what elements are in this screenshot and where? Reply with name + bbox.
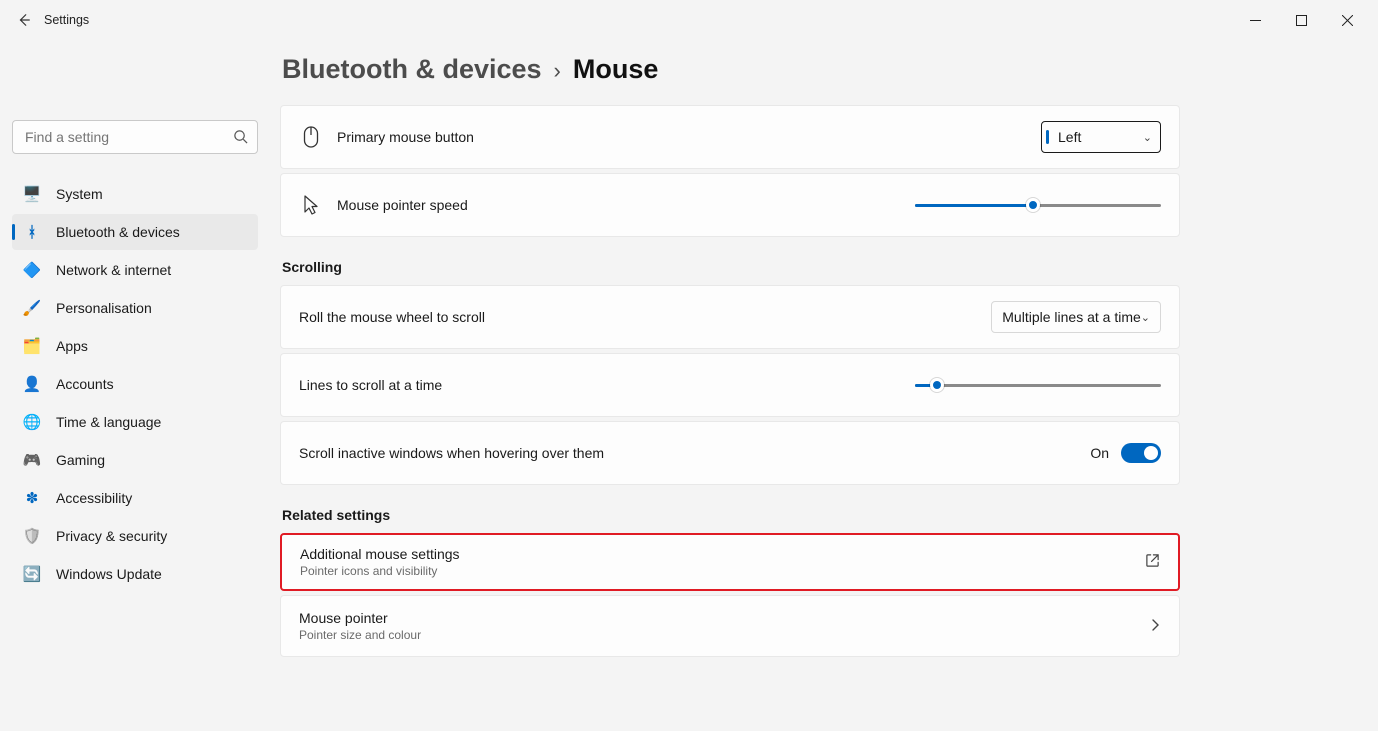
link-text-group: Additional mouse settings Pointer icons … <box>300 546 460 578</box>
sidebar-item-accounts[interactable]: 👤 Accounts <box>12 366 258 402</box>
sidebar-item-personalisation[interactable]: 🖌️ Personalisation <box>12 290 258 326</box>
mouse-icon <box>299 126 323 148</box>
slider-thumb[interactable] <box>1026 198 1040 212</box>
sidebar-item-label: Personalisation <box>56 300 152 316</box>
roll-wheel-dropdown[interactable]: Multiple lines at a time ⌄ <box>991 301 1161 333</box>
link-subtitle: Pointer icons and visibility <box>300 564 460 578</box>
windows-update-icon: 🔄 <box>22 564 42 584</box>
setting-roll-wheel: Roll the mouse wheel to scroll Multiple … <box>280 285 1180 349</box>
sidebar-item-windows-update[interactable]: 🔄 Windows Update <box>12 556 258 592</box>
sidebar-nav: 🖥️ System ᚼ Bluetooth & devices 🔷 Network &… <box>12 176 258 592</box>
content-area: Bluetooth & devices › Mouse Primary mous… <box>270 40 1378 731</box>
sidebar-item-accessibility[interactable]: ✽ Accessibility <box>12 480 258 516</box>
setting-label: Roll the mouse wheel to scroll <box>299 309 485 325</box>
setting-lines-scroll: Lines to scroll at a time <box>280 353 1180 417</box>
window-title: Settings <box>44 13 89 27</box>
link-mouse-pointer[interactable]: Mouse pointer Pointer size and colour <box>280 595 1180 657</box>
gaming-icon: 🎮 <box>22 450 42 470</box>
sidebar-item-label: Time & language <box>56 414 161 430</box>
sidebar-item-label: Accessibility <box>56 490 132 506</box>
cursor-icon <box>299 195 323 215</box>
back-button[interactable] <box>8 4 40 36</box>
link-title: Additional mouse settings <box>300 546 460 562</box>
chevron-right-icon <box>1149 618 1161 635</box>
sidebar-item-label: Accounts <box>56 376 114 392</box>
window-controls <box>1232 4 1370 36</box>
accounts-icon: 👤 <box>22 374 42 394</box>
sidebar-item-label: Network & internet <box>56 262 171 278</box>
link-additional-mouse-settings[interactable]: Additional mouse settings Pointer icons … <box>280 533 1180 591</box>
sidebar-item-privacy-security[interactable]: 🛡️ Privacy & security <box>12 518 258 554</box>
bluetooth-icon: ᚼ <box>22 222 42 242</box>
back-arrow-icon <box>17 13 31 27</box>
slider-track <box>915 384 1161 387</box>
primary-button-dropdown[interactable]: Left ⌄ <box>1041 121 1161 153</box>
sidebar-item-time-language[interactable]: 🌐 Time & language <box>12 404 258 440</box>
apps-icon: 🗂️ <box>22 336 42 356</box>
search-icon <box>233 129 248 147</box>
sidebar: 🖥️ System ᚼ Bluetooth & devices 🔷 Network &… <box>0 40 270 731</box>
search-input[interactable] <box>12 120 258 154</box>
toggle-state-label: On <box>1090 445 1109 461</box>
sidebar-item-apps[interactable]: 🗂️ Apps <box>12 328 258 364</box>
sidebar-item-bluetooth-devices[interactable]: ᚼ Bluetooth & devices <box>12 214 258 250</box>
setting-label: Scroll inactive windows when hovering ov… <box>299 445 604 461</box>
setting-label: Lines to scroll at a time <box>299 377 442 393</box>
toggle-knob <box>1144 446 1158 460</box>
network-icon: 🔷 <box>22 260 42 280</box>
setting-label: Mouse pointer speed <box>337 197 468 213</box>
breadcrumb-current: Mouse <box>573 54 659 85</box>
section-header-related: Related settings <box>282 507 1180 523</box>
sidebar-item-label: Gaming <box>56 452 105 468</box>
sidebar-item-network[interactable]: 🔷 Network & internet <box>12 252 258 288</box>
personalisation-icon: 🖌️ <box>22 298 42 318</box>
sidebar-item-label: Apps <box>56 338 88 354</box>
sidebar-item-label: Bluetooth & devices <box>56 224 180 240</box>
link-text-group: Mouse pointer Pointer size and colour <box>299 610 421 642</box>
open-external-icon <box>1145 553 1160 572</box>
scroll-inactive-toggle[interactable] <box>1121 443 1161 463</box>
sidebar-item-label: Windows Update <box>56 566 162 582</box>
section-header-scrolling: Scrolling <box>282 259 1180 275</box>
breadcrumb-separator: › <box>554 58 561 84</box>
sidebar-item-gaming[interactable]: 🎮 Gaming <box>12 442 258 478</box>
chevron-down-icon: ⌄ <box>1143 131 1152 144</box>
close-button[interactable] <box>1324 4 1370 36</box>
minimize-button[interactable] <box>1232 4 1278 36</box>
sidebar-item-label: Privacy & security <box>56 528 167 544</box>
privacy-icon: 🛡️ <box>22 526 42 546</box>
link-subtitle: Pointer size and colour <box>299 628 421 642</box>
search-container <box>12 120 258 154</box>
time-language-icon: 🌐 <box>22 412 42 432</box>
dropdown-value: Left <box>1058 129 1081 145</box>
toggle-wrap: On <box>1090 443 1161 463</box>
breadcrumb: Bluetooth & devices › Mouse <box>282 54 1354 85</box>
system-icon: 🖥️ <box>22 184 42 204</box>
setting-pointer-speed: Mouse pointer speed <box>280 173 1180 237</box>
lines-scroll-slider[interactable] <box>915 375 1161 395</box>
sidebar-item-label: System <box>56 186 103 202</box>
maximize-button[interactable] <box>1278 4 1324 36</box>
setting-primary-mouse-button: Primary mouse button Left ⌄ <box>280 105 1180 169</box>
link-title: Mouse pointer <box>299 610 421 626</box>
maximize-icon <box>1296 15 1307 26</box>
slider-thumb[interactable] <box>930 378 944 392</box>
minimize-icon <box>1250 15 1261 26</box>
close-icon <box>1342 15 1353 26</box>
pointer-speed-slider[interactable] <box>915 195 1161 215</box>
setting-scroll-inactive: Scroll inactive windows when hovering ov… <box>280 421 1180 485</box>
accessibility-icon: ✽ <box>22 488 42 508</box>
breadcrumb-parent[interactable]: Bluetooth & devices <box>282 54 542 85</box>
titlebar: Settings <box>0 0 1378 40</box>
chevron-down-icon: ⌄ <box>1141 311 1150 324</box>
setting-label: Primary mouse button <box>337 129 474 145</box>
dropdown-value: Multiple lines at a time <box>1002 309 1141 325</box>
sidebar-item-system[interactable]: 🖥️ System <box>12 176 258 212</box>
slider-fill <box>915 204 1033 207</box>
